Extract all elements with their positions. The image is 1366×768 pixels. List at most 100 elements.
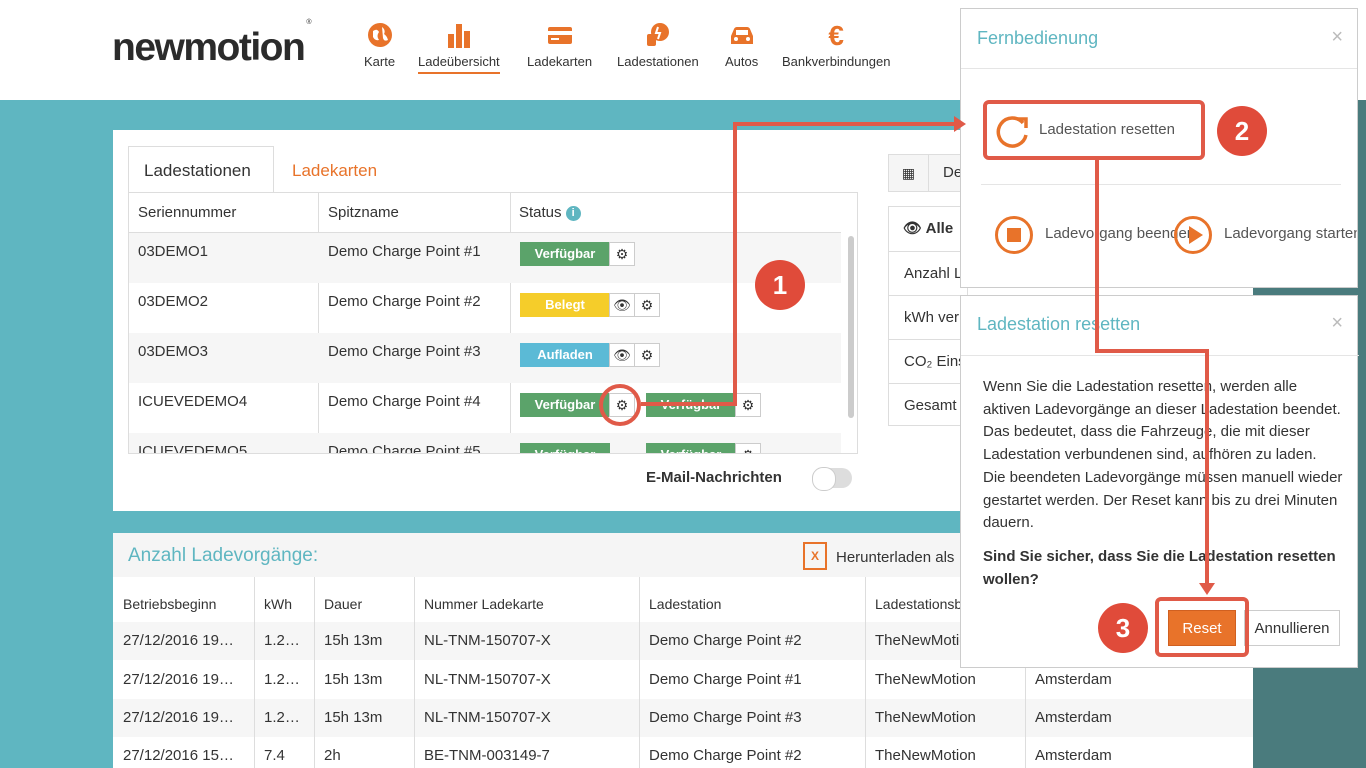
close-icon[interactable]: × (1331, 26, 1343, 49)
reset-description: Wenn Sie die Ladestation resetten, werde… (983, 378, 1343, 532)
cell: Demo Charge Point #3 (649, 709, 802, 726)
globe-icon (364, 22, 395, 50)
nick-cell: Demo Charge Point #5 (328, 443, 481, 454)
arrow-segment (1205, 349, 1209, 585)
eye-icon: 👁 (903, 220, 923, 237)
arrow-head (954, 116, 966, 132)
column-divider (314, 577, 315, 768)
status-badge: Verfügbar (520, 393, 610, 417)
cell: 1.2… (264, 709, 300, 726)
serial-cell: 03DEMO2 (138, 293, 209, 310)
nick-cell: Demo Charge Point #1 (328, 243, 481, 260)
serial-cell: ICUEVEDEMO4 (138, 393, 248, 410)
modal-title: Fernbedienung (977, 28, 1099, 48)
settings-gear-icon[interactable]: ⚙ (735, 443, 761, 453)
start-charging-button[interactable]: Ladevorgang starten (1224, 225, 1357, 242)
excel-icon[interactable]: X (803, 542, 827, 570)
nick-cell: Demo Charge Point #2 (328, 293, 481, 310)
tab-ladekarten[interactable]: Ladekarten (292, 161, 377, 181)
table-row[interactable]: 27/12/2016 15… 7.4 2h BE-TNM-003149-7 De… (113, 737, 1253, 768)
info-icon[interactable]: i (565, 206, 581, 221)
status-badge: Verfügbar (520, 443, 610, 453)
serial-cell: 03DEMO3 (138, 343, 209, 360)
cell: 27/12/2016 19… (123, 709, 234, 726)
arrow-segment (641, 402, 737, 406)
highlight-reset-station (983, 100, 1205, 160)
sessions-title: Anzahl Ladevorgänge: (128, 545, 319, 566)
card-icon (527, 22, 592, 50)
arrow-segment (733, 122, 958, 126)
col-header: Nummer Ladekarte (424, 596, 544, 612)
cell: Demo Charge Point #1 (649, 671, 802, 688)
nav-ladeuebersicht[interactable]: Ladeübersicht (418, 22, 500, 74)
cell: TheNewMotion (875, 709, 976, 726)
stop-icon[interactable] (995, 216, 1033, 254)
table-scrollbar[interactable] (848, 236, 854, 418)
euro-icon: € (828, 20, 844, 51)
arrow-segment (1095, 349, 1209, 353)
cell: 15h 13m (324, 671, 383, 688)
settings-gear-icon[interactable]: ⚙ (735, 393, 761, 417)
newmotion-logo[interactable]: newmotion® (112, 19, 312, 70)
stats-title: 👁 Alle (903, 220, 954, 237)
table-row: ICUEVEDEMO5 Demo Charge Point #5 Verfügb… (129, 433, 841, 454)
arrow-head (1199, 583, 1215, 595)
nav-autos[interactable]: Autos (725, 22, 758, 69)
settings-gear-icon[interactable]: ⚙ (634, 343, 660, 367)
step-3-badge: 3 (1098, 603, 1148, 653)
stop-charging-button[interactable]: Ladevorgang beenden (1045, 225, 1195, 242)
nav-bankverbindungen[interactable]: € Bankverbindungen (782, 20, 890, 70)
divider (981, 184, 1341, 185)
download-link[interactable]: Herunterladen als (836, 549, 954, 566)
column-divider (414, 577, 415, 768)
nav-karte[interactable]: Karte (364, 22, 395, 69)
table-row[interactable]: 27/12/2016 19… 1.2… 15h 13m NL-TNM-15070… (113, 699, 1253, 737)
cell: Demo Charge Point #2 (649, 747, 802, 764)
nav-ladestationen[interactable]: Ladestationen (617, 22, 699, 69)
eye-icon[interactable]: 👁 (609, 293, 635, 317)
cancel-button[interactable]: Annullieren (1244, 610, 1340, 646)
settings-gear-icon[interactable]: ⚙ (634, 293, 660, 317)
status-badge: Aufladen (520, 343, 610, 367)
arrow-segment (1095, 160, 1099, 353)
divider (961, 355, 1359, 356)
date-picker[interactable]: ▦ De (888, 154, 968, 192)
tab-ladestationen[interactable]: Ladestationen (144, 161, 251, 181)
nav-ladekarten[interactable]: Ladekarten (527, 22, 592, 69)
bar-chart-icon (418, 22, 500, 50)
cell: Amsterdam (1035, 709, 1112, 726)
email-notifications-label: E-Mail-Nachrichten (646, 469, 782, 486)
serial-cell: 03DEMO1 (138, 243, 209, 260)
cell: 27/12/2016 19… (123, 671, 234, 688)
col-header: Dauer (324, 596, 363, 612)
eye-icon[interactable]: 👁 (609, 343, 635, 367)
column-divider (865, 577, 866, 768)
play-icon[interactable] (1174, 216, 1212, 254)
stat-item: kWh ver (889, 295, 969, 339)
stat-item: Gesamt (889, 383, 969, 427)
email-notifications-toggle[interactable] (812, 467, 852, 491)
cell: BE-TNM-003149-7 (424, 747, 550, 764)
cell: 27/12/2016 19… (123, 632, 234, 649)
status-badge: Verfügbar (520, 242, 610, 266)
stat-item: Anzahl L (889, 251, 969, 295)
charger-icon (617, 22, 699, 50)
cell: TheNewMotion (875, 747, 976, 764)
cell: 7.4 (264, 747, 285, 764)
step-1-badge: 1 (755, 260, 805, 310)
cell: 1.2… (264, 632, 300, 649)
step-2-badge: 2 (1217, 106, 1267, 156)
serial-cell: ICUEVEDEMO5 (138, 443, 248, 454)
cell: Amsterdam (1035, 747, 1112, 764)
cell: NL-TNM-150707-X (424, 632, 551, 649)
settings-gear-icon[interactable]: ⚙ (609, 242, 635, 266)
stations-table: Seriennummer Spitzname Status i 03DEMO1 … (128, 192, 858, 454)
calendar-icon: ▦ (889, 155, 929, 191)
close-icon[interactable]: × (1331, 312, 1343, 335)
column-divider (254, 577, 255, 768)
highlight-reset-button (1155, 597, 1249, 657)
status-badge: Belegt (520, 293, 610, 317)
col-header: kWh (264, 596, 292, 612)
cell: NL-TNM-150707-X (424, 709, 551, 726)
cell: 2h (324, 747, 341, 764)
